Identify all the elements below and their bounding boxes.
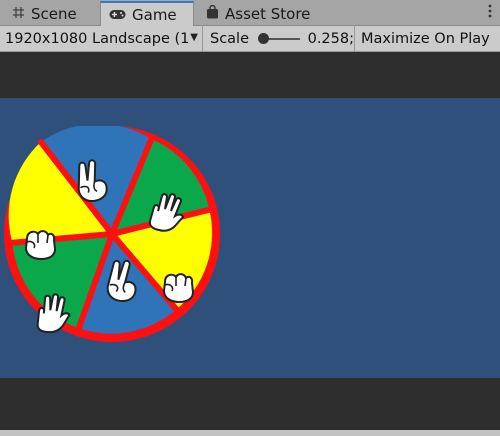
scale-slider-thumb[interactable] [258, 32, 270, 44]
tab-asset-store[interactable]: Asset Store [198, 2, 326, 26]
tab-game[interactable]: Game [100, 1, 194, 26]
resolution-dropdown[interactable]: 1920x1080 Landscape (1 ▼ [0, 26, 203, 51]
shopping-bag-icon [206, 4, 219, 23]
tab-game-label: Game [132, 5, 177, 24]
window-tab-strip: Scene Game Asset Store [0, 0, 500, 26]
kebab-menu-icon[interactable] [488, 4, 492, 22]
fist-icon [163, 273, 194, 303]
scale-slider[interactable] [258, 32, 300, 45]
dropdown-arrow-icon: ▼ [190, 32, 198, 43]
tab-asset-store-label: Asset Store [225, 5, 311, 23]
game-view [0, 52, 500, 430]
status-bar [0, 430, 500, 436]
tab-scene[interactable]: Scene [4, 2, 98, 26]
scale-control: Scale 0.258; [203, 26, 355, 51]
game-viewport[interactable] [0, 98, 500, 378]
scale-label: Scale [210, 30, 250, 47]
maximize-on-play-label: Maximize On Play [361, 30, 490, 47]
gamepad-icon [109, 6, 126, 24]
fist-icon [25, 230, 56, 260]
resolution-value: 1920x1080 Landscape (1 [5, 30, 190, 47]
tab-scene-label: Scene [31, 5, 77, 23]
rps-wheel [4, 126, 220, 342]
grid-icon [12, 5, 25, 23]
scale-value: 0.258; [307, 30, 354, 47]
game-view-toolbar: 1920x1080 Landscape (1 ▼ Scale 0.258; Ma… [0, 26, 500, 52]
maximize-on-play-toggle[interactable]: Maximize On Play [356, 26, 500, 51]
